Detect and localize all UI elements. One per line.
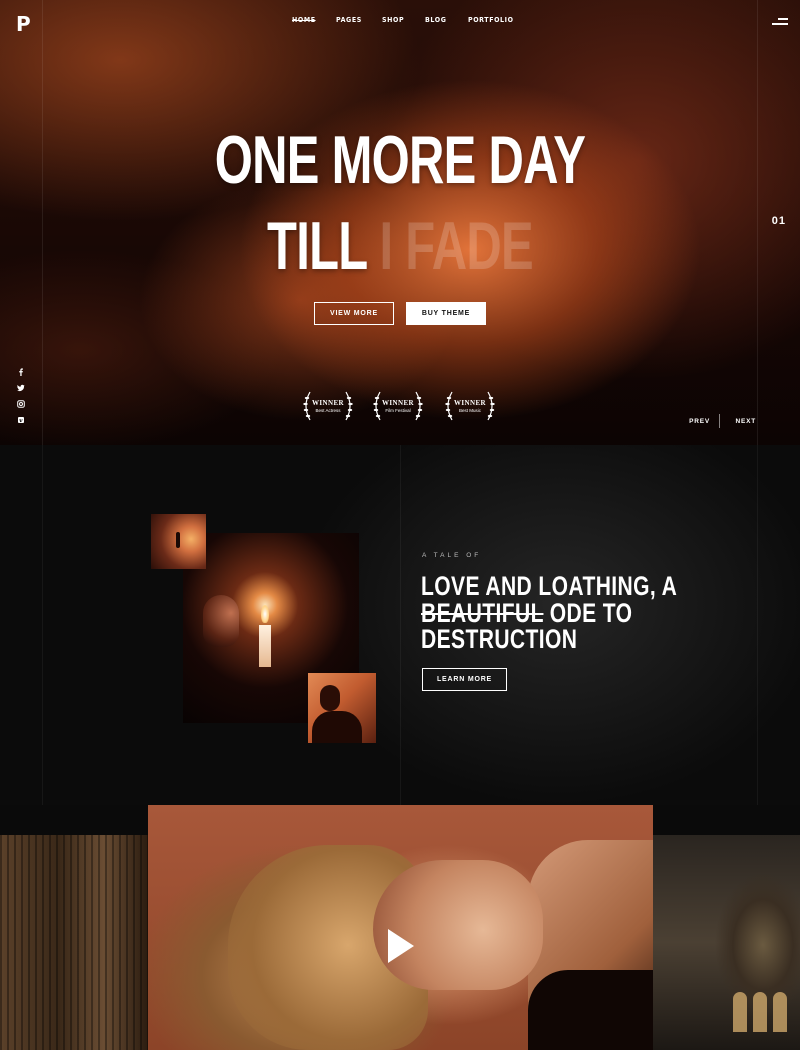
hero-title-line2: TILL I FADE <box>112 212 688 280</box>
logo[interactable]: P <box>16 12 31 36</box>
facebook-icon[interactable] <box>17 368 25 376</box>
award-subtitle: Best Music <box>458 408 481 413</box>
nav-item-portfolio[interactable]: PORTFOLIO <box>468 16 528 24</box>
story-title-strike: BEAUTIFUL <box>421 597 544 628</box>
hamburger-icon[interactable] <box>772 18 788 26</box>
award-subtitle: Film Festival <box>385 408 411 413</box>
nav-item-home[interactable]: HOME <box>292 16 336 24</box>
story-divider <box>757 445 758 805</box>
story-section: A TALE OF LOVE AND LOATHING, A BEAUTIFUL… <box>0 445 800 805</box>
award-title: WINNER <box>312 399 344 407</box>
story-title-line2: BEAUTIFUL ODE TO <box>421 597 632 628</box>
story-title-line2-rest: ODE TO <box>543 597 633 628</box>
nav-item-pages[interactable]: PAGES <box>336 16 382 24</box>
hero-title-line1: ONE MORE DAY <box>214 122 586 198</box>
hero-title-solid: TILL <box>267 208 367 284</box>
award-title: WINNER <box>454 399 486 407</box>
social-links <box>17 368 25 432</box>
twitter-icon[interactable] <box>17 384 25 392</box>
hero-title-faded: I FADE <box>366 208 533 284</box>
award-badge: WINNER Best Music <box>442 388 498 424</box>
silhouette-photo <box>151 514 206 569</box>
story-title-line1: LOVE AND LOATHING, A <box>421 571 678 601</box>
instagram-icon[interactable] <box>17 400 25 408</box>
play-icon[interactable] <box>388 929 414 963</box>
award-subtitle: Best Actress <box>315 408 341 413</box>
story-kicker: A TALE OF <box>422 552 482 559</box>
buy-theme-button[interactable]: BUY THEME <box>406 302 486 325</box>
awards-row: WINNER Best Actress WINNER Film Festival… <box>300 388 500 424</box>
nav-item-blog[interactable]: BLOG <box>425 16 468 24</box>
hero-divider-left <box>42 0 43 445</box>
video-section <box>0 805 800 1050</box>
slide-number: 01 <box>771 215 786 227</box>
cathedral-image <box>653 835 800 1050</box>
hero-section: P HOME PAGES SHOP BLOG PORTFOLIO ONE MOR… <box>0 0 800 445</box>
nav-item-shop[interactable]: SHOP <box>382 16 425 24</box>
prev-button[interactable]: PREV <box>689 418 710 425</box>
view-more-button[interactable]: VIEW MORE <box>314 302 394 325</box>
award-title: WINNER <box>382 399 414 407</box>
award-badge: WINNER Film Festival <box>370 388 426 424</box>
story-title: LOVE AND LOATHING, A BEAUTIFUL ODE TO DE… <box>421 571 678 654</box>
wood-texture-image <box>0 835 148 1050</box>
slider-separator <box>719 414 720 428</box>
learn-more-button[interactable]: LEARN MORE <box>422 668 507 691</box>
main-nav: HOME PAGES SHOP BLOG PORTFOLIO <box>292 16 528 24</box>
story-divider <box>400 445 401 805</box>
video-thumbnail[interactable] <box>148 805 653 1050</box>
hero-divider-right <box>757 0 758 445</box>
story-divider <box>42 445 43 805</box>
story-title-line3: DESTRUCTION <box>421 624 578 654</box>
vimeo-icon[interactable] <box>17 416 25 424</box>
award-badge: WINNER Best Actress <box>300 388 356 424</box>
next-button[interactable]: NEXT <box>735 418 756 425</box>
woman-portrait-photo <box>308 673 376 743</box>
